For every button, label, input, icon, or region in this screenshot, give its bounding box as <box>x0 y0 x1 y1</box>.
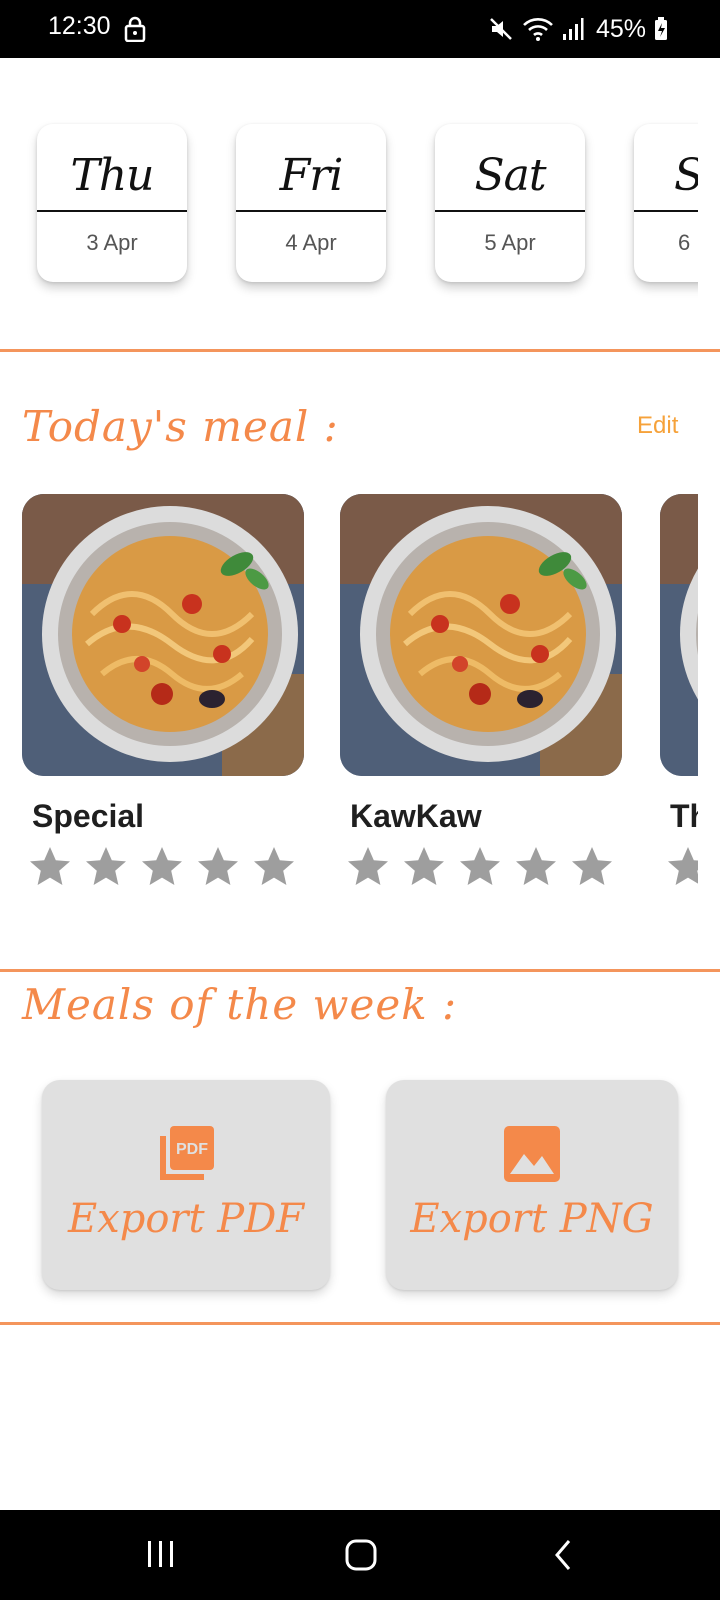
day-date: 5 Apr <box>484 230 536 255</box>
day-name: S <box>634 150 698 201</box>
export-png-label: Export PNG <box>410 1196 654 1242</box>
svg-text:PDF: PDF <box>176 1141 208 1158</box>
pasta-image <box>22 494 304 776</box>
meal-card[interactable]: Special <box>22 494 304 891</box>
meal-image[interactable] <box>660 494 698 776</box>
status-bar: 12:30 45% <box>0 0 720 58</box>
star-icon[interactable] <box>512 843 560 891</box>
star-icon[interactable] <box>82 843 130 891</box>
status-time: 12:30 <box>48 12 111 40</box>
signal-icon <box>562 18 584 40</box>
rating-stars[interactable] <box>26 843 304 891</box>
export-pdf-button[interactable]: PDF Export PDF <box>42 1080 330 1290</box>
export-pdf-label: Export PDF <box>67 1196 305 1242</box>
day-card[interactable]: Sat 5 Apr <box>435 124 585 282</box>
meal-card[interactable]: KawKaw <box>340 494 622 891</box>
export-png-button[interactable]: Export PNG <box>386 1080 678 1290</box>
pasta-image <box>660 494 698 776</box>
star-icon[interactable] <box>250 843 298 891</box>
day-date: 3 Apr <box>86 230 138 255</box>
day-card[interactable]: Fri 4 Apr <box>236 124 386 282</box>
meal-name: Th <box>670 798 698 834</box>
section-divider <box>0 969 720 972</box>
star-icon[interactable] <box>456 843 504 891</box>
star-icon[interactable] <box>344 843 392 891</box>
meal-name: Special <box>32 798 145 834</box>
day-name: Fri <box>279 150 344 201</box>
recent-apps-icon[interactable] <box>146 1538 176 1570</box>
day-divider <box>634 210 698 212</box>
star-icon[interactable] <box>664 843 698 891</box>
rating-stars[interactable] <box>664 843 698 891</box>
star-icon[interactable] <box>400 843 448 891</box>
section-divider <box>0 1322 720 1325</box>
star-icon[interactable] <box>138 843 186 891</box>
meal-card[interactable]: Th <box>660 494 698 891</box>
star-icon[interactable] <box>568 843 616 891</box>
lock-icon <box>124 16 146 42</box>
rating-stars[interactable] <box>344 843 622 891</box>
day-divider <box>37 210 187 212</box>
day-selector[interactable]: Thu 3 Apr Fri 4 Apr Sat 5 Apr S 6 <box>0 100 698 320</box>
day-name: Sat <box>474 150 546 201</box>
image-icon <box>504 1126 560 1182</box>
day-name: Thu <box>70 150 154 201</box>
day-card[interactable]: S 6 <box>634 124 698 282</box>
home-icon[interactable] <box>344 1538 378 1572</box>
meal-image[interactable] <box>22 494 304 776</box>
battery-icon <box>655 17 667 40</box>
meal-name: KawKaw <box>350 798 482 834</box>
section-divider <box>0 349 720 352</box>
todays-meal-title: Today's meal : <box>22 402 339 451</box>
star-icon[interactable] <box>194 843 242 891</box>
status-icons: 45% <box>488 12 668 46</box>
wifi-icon <box>523 18 553 41</box>
day-date: 6 <box>678 230 691 255</box>
meals-carousel[interactable]: Special KawKaw T <box>0 494 698 894</box>
star-icon[interactable] <box>26 843 74 891</box>
battery-percent: 45% <box>595 14 646 43</box>
day-date: 4 Apr <box>285 230 337 255</box>
back-icon[interactable] <box>552 1538 574 1572</box>
pasta-image <box>340 494 622 776</box>
day-card[interactable]: Thu 3 Apr <box>37 124 187 282</box>
meal-image[interactable] <box>340 494 622 776</box>
navigation-bar <box>0 1510 720 1600</box>
meals-of-week-title: Meals of the week : <box>22 980 458 1029</box>
day-divider <box>236 210 386 212</box>
edit-button[interactable]: Edit <box>637 412 678 440</box>
pdf-icon: PDF <box>160 1126 214 1180</box>
day-divider <box>435 210 585 212</box>
mute-icon <box>490 18 512 40</box>
